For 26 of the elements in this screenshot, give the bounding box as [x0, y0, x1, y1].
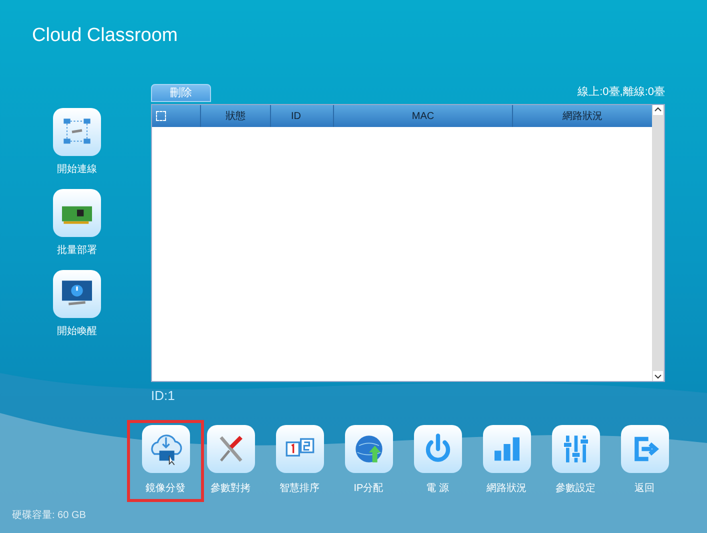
column-header: 狀態	[201, 105, 271, 127]
toolbar-item[interactable]: 電 源	[403, 420, 472, 502]
toolbar-item[interactable]: 智慧排序	[265, 420, 334, 502]
scroll-up-icon[interactable]	[653, 105, 663, 115]
tool-label: 開始連線	[57, 162, 97, 176]
toolbar-item[interactable]: 網路狀況	[472, 420, 541, 502]
column-header: 網路狀況	[562, 110, 604, 124]
online-summary: 線上:0臺,離線:0臺	[578, 84, 665, 100]
window-title: Cloud Classroom	[32, 24, 178, 48]
side-tool-button[interactable]	[53, 108, 101, 156]
disk-capacity-text: 硬碟容量: 60 GB	[12, 508, 86, 522]
side-tool-button[interactable]	[53, 188, 101, 236]
toolbar-item[interactable]: 返回	[610, 420, 679, 502]
toolbar-item[interactable]: 鏡像分發	[127, 420, 204, 502]
column-header: MAC	[334, 105, 513, 127]
tool-label: 批量部署	[57, 244, 97, 258]
scrollbar[interactable]	[652, 105, 664, 381]
delete-button[interactable]: 刪除	[151, 84, 211, 102]
id-label: ID:1	[151, 387, 175, 405]
tool-label: 開始喚醒	[57, 324, 97, 338]
toolbar-item[interactable]: 參數設定	[541, 420, 610, 502]
toolbar-item[interactable]: IP分配	[334, 420, 403, 502]
column-header: ID	[271, 105, 334, 127]
select-all-checkbox[interactable]	[156, 111, 166, 121]
scroll-down-icon[interactable]	[653, 371, 663, 381]
side-tool-button[interactable]	[53, 270, 101, 318]
